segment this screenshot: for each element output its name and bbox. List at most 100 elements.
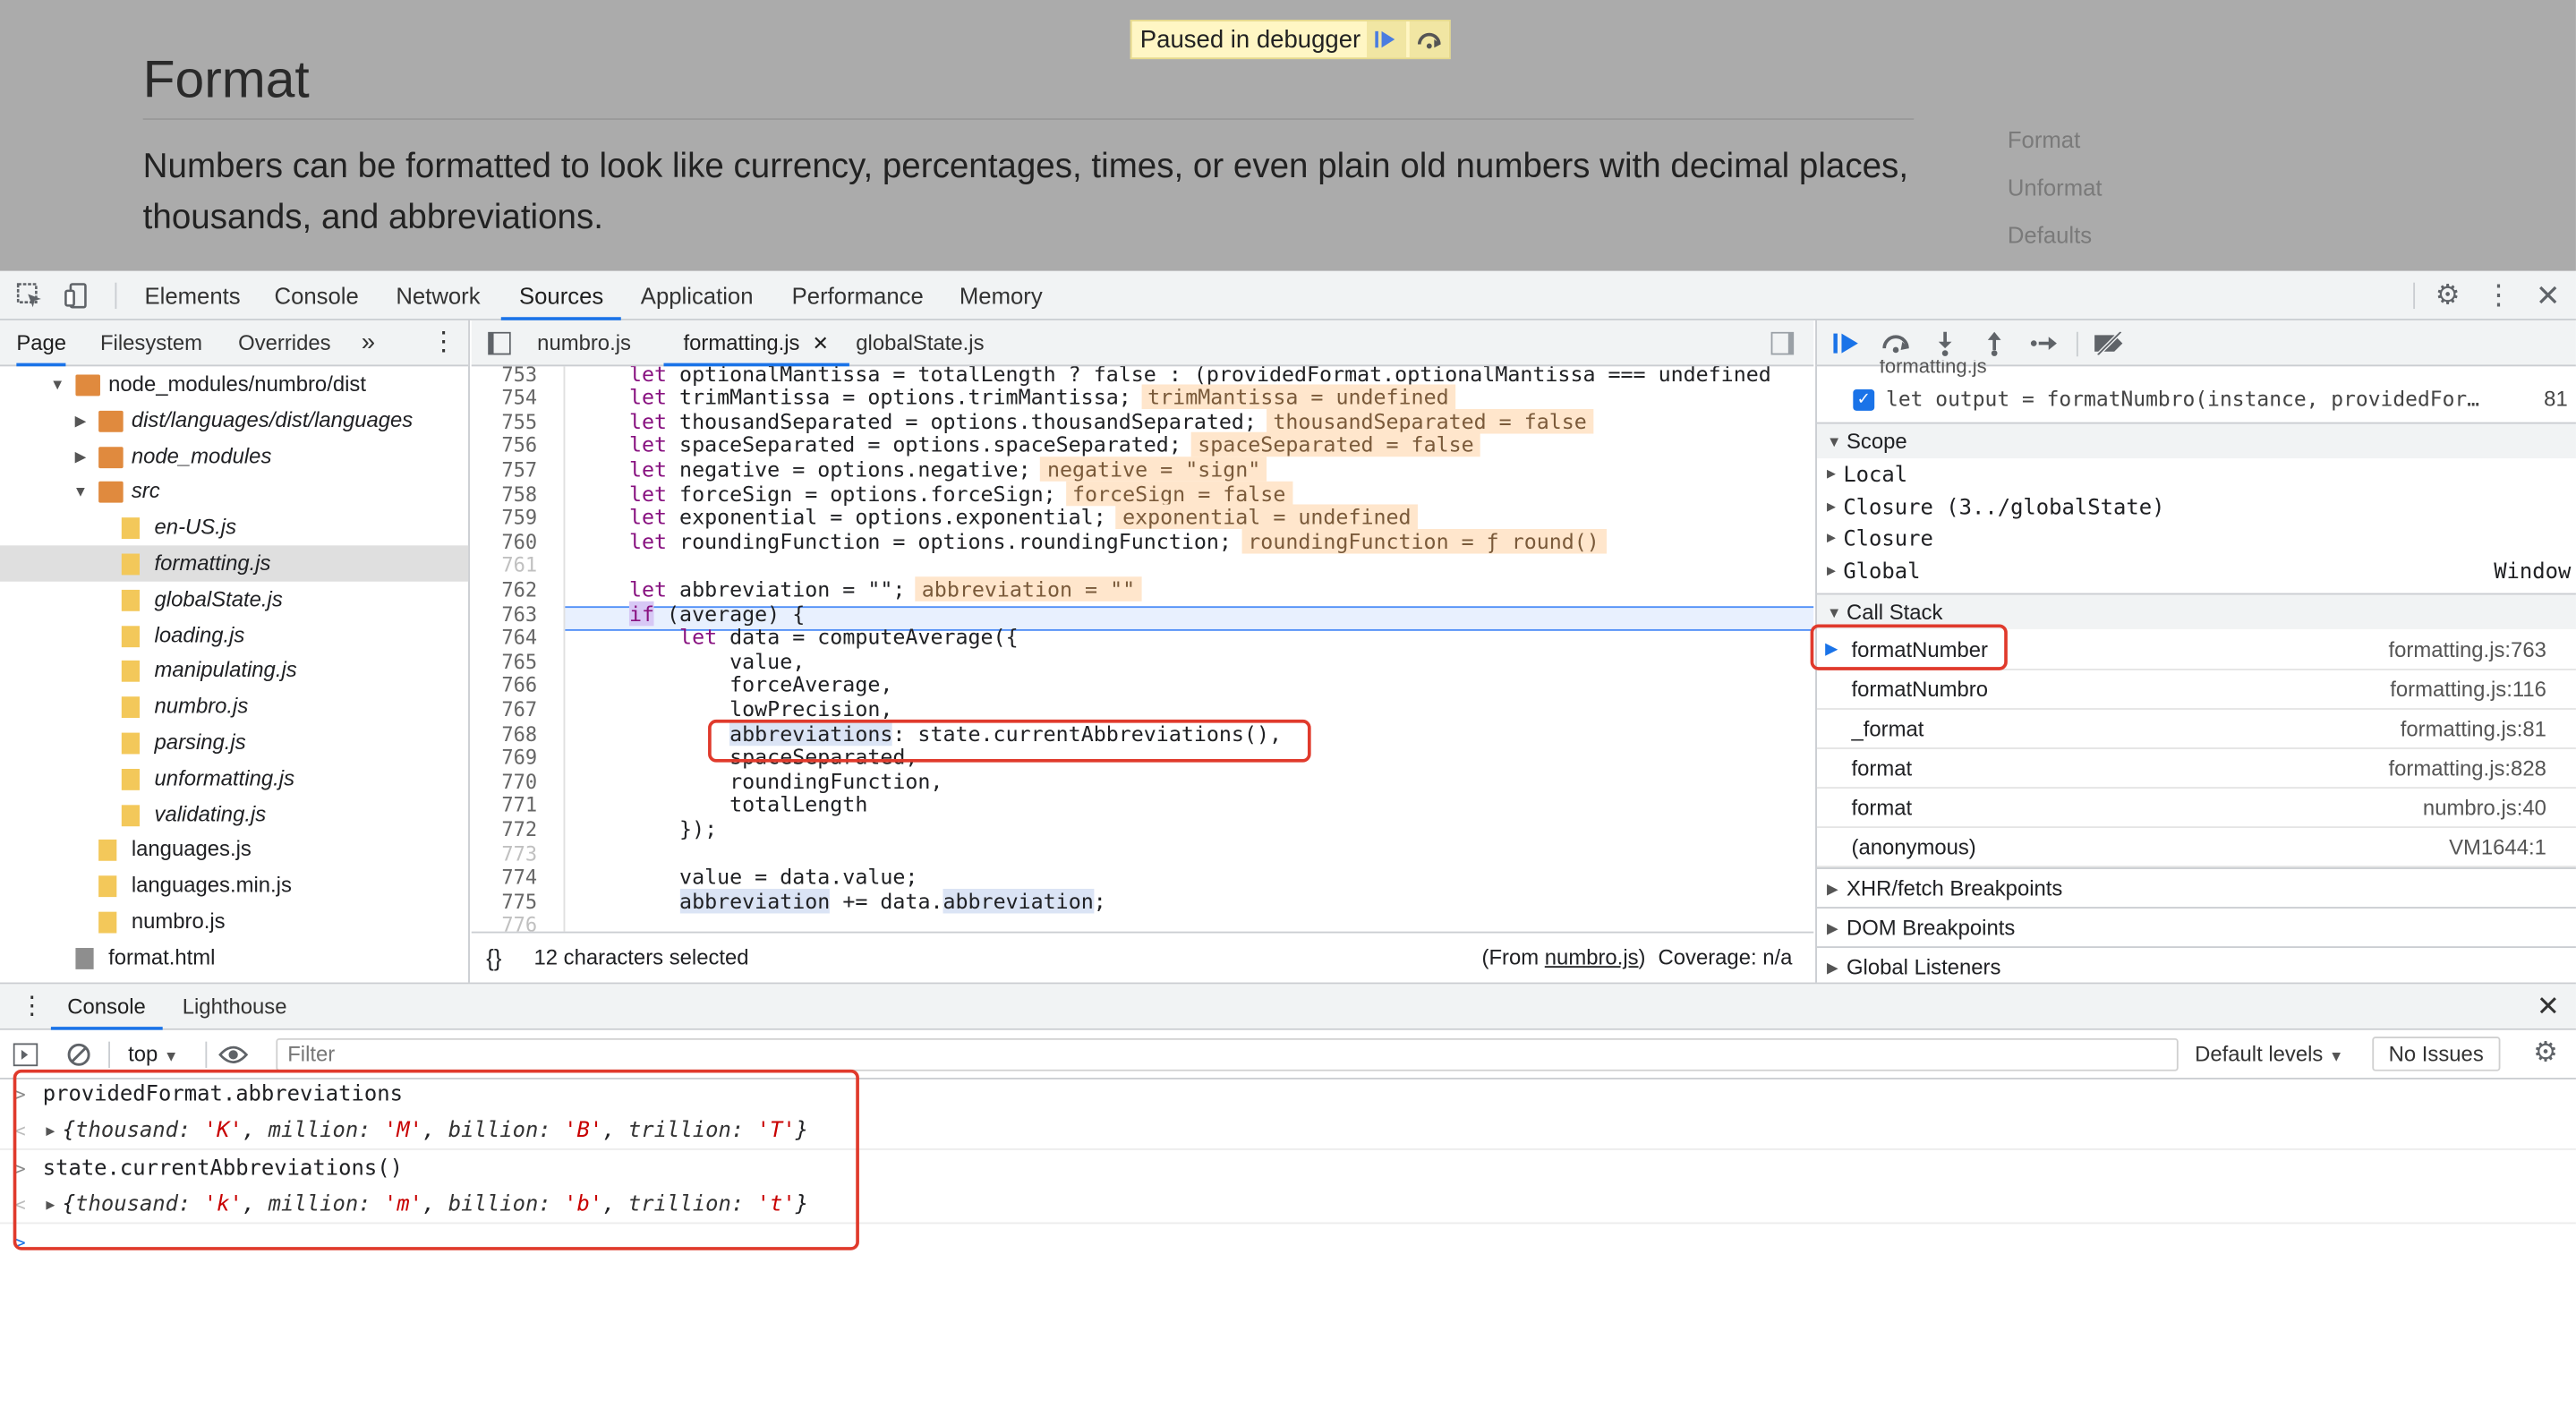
tree-item[interactable]: ▼ node_modules/numbro/dist (0, 366, 468, 402)
step-over-button[interactable] (1410, 21, 1450, 58)
line-number[interactable]: 756 (472, 434, 564, 458)
expand-triangle-icon[interactable]: ▶ (46, 1114, 55, 1149)
console-settings-gear-icon[interactable]: ⚙ (2533, 1037, 2558, 1070)
console-result-line[interactable]: < ▶ {thousand: 'k', million: 'm', billion:… (0, 1188, 2576, 1224)
page-nav-defaults[interactable]: Defaults (2008, 220, 2103, 268)
frame-location[interactable]: formatting.js:828 (2388, 749, 2546, 789)
code-line[interactable]: }); (629, 816, 717, 842)
tab-console[interactable]: Console (275, 271, 359, 320)
line-number[interactable]: 755 (472, 410, 564, 434)
settings-gear-icon[interactable]: ⚙ (2431, 279, 2464, 312)
device-toolbar-icon[interactable] (61, 279, 94, 312)
line-number[interactable]: 757 (472, 458, 564, 482)
line-number[interactable]: 776 (472, 914, 564, 932)
line-number[interactable]: 770 (472, 770, 564, 794)
code-line[interactable]: let data = computeAverage({ (629, 625, 1019, 650)
tree-item[interactable]: manipulating.js (0, 653, 468, 688)
log-levels-dropdown[interactable]: Default levels ▼ (2195, 1030, 2343, 1081)
from-file-link[interactable]: numbro.js (1545, 944, 1639, 969)
toggle-navigator-icon[interactable] (488, 320, 511, 366)
toggle-debugger-icon[interactable] (1770, 320, 1795, 366)
line-number[interactable]: 773 (472, 842, 564, 866)
debugger-section-header[interactable]: ▶ DOM Breakpoints (1816, 907, 2576, 947)
line-number[interactable]: 760 (472, 530, 564, 554)
tree-item[interactable]: en-US.js (0, 509, 468, 545)
code-line[interactable]: abbreviations: state.currentAbbreviation… (629, 720, 1282, 747)
code-line[interactable]: value = data.value; (629, 865, 917, 890)
tree-item[interactable]: languages.min.js (0, 867, 468, 903)
tab-elements[interactable]: Elements (145, 271, 241, 320)
frame-location[interactable]: VM1644:1 (2449, 828, 2546, 867)
scope-item[interactable]: ▶ Local (1817, 460, 2576, 492)
code-line[interactable]: forceAverage, (629, 673, 892, 698)
scope-item[interactable]: ▶ Closure (3../globalState) (1817, 492, 2576, 525)
callstack-frame[interactable]: format numbro.js:40 (1816, 789, 2576, 829)
frame-location[interactable]: formatting.js:763 (2388, 631, 2546, 670)
line-number[interactable]: 754 (472, 386, 564, 410)
code-line[interactable]: let roundingFunction = options.roundingF… (629, 528, 1607, 554)
resume-button[interactable] (1830, 327, 1864, 360)
callstack-frame[interactable]: _format formatting.js:81 (1816, 710, 2576, 749)
callstack-frame[interactable]: (anonymous) VM1644:1 (1816, 828, 2576, 868)
code-line[interactable]: value, (629, 649, 805, 674)
tree-item[interactable]: ▼ src (0, 474, 468, 509)
navigator-menu-icon[interactable]: ⋮ (431, 320, 456, 366)
frame-location[interactable]: numbro.js:40 (2423, 789, 2546, 828)
collapsed-triangle-icon[interactable]: ▶ (73, 438, 89, 474)
line-number[interactable]: 763 (472, 602, 564, 627)
tree-item[interactable]: languages.js (0, 832, 468, 867)
scope-item[interactable]: ▶ Global Window (1817, 557, 2576, 589)
line-number[interactable]: 761 (472, 554, 564, 578)
frame-location[interactable]: formatting.js:81 (2401, 710, 2546, 749)
more-options-icon[interactable]: ⋮ (2482, 279, 2515, 312)
breakpoint-row[interactable]: ✓ let output = formatNumbro(instance, pr… (1817, 383, 2576, 416)
issues-button[interactable]: No Issues (2372, 1037, 2501, 1071)
line-number[interactable]: 759 (472, 506, 564, 530)
scope-section-header[interactable]: ▼ Scope (1816, 422, 2576, 459)
tab-network[interactable]: Network (396, 271, 480, 320)
code-line[interactable]: let forceSign = options.forceSign; forceS… (629, 480, 1292, 507)
line-number[interactable]: 765 (472, 650, 564, 674)
line-number[interactable]: 775 (472, 890, 564, 914)
expanded-triangle-icon[interactable]: ▼ (73, 474, 89, 509)
drawer-tab-lighthouse[interactable]: Lighthouse (183, 984, 287, 1029)
code-line[interactable]: abbreviation += data.abbreviation; (629, 888, 1106, 914)
code-line[interactable]: totalLength (629, 793, 867, 818)
drawer-menu-icon[interactable]: ⋮ (20, 984, 45, 1029)
line-number[interactable]: 769 (472, 746, 564, 770)
editor-tab-globalstate-js[interactable]: globalState.js (856, 320, 984, 366)
expand-triangle-icon[interactable]: ▶ (46, 1188, 55, 1224)
editor-tab-numbro-js[interactable]: numbro.js (537, 320, 631, 366)
breakpoint-checkbox[interactable]: ✓ (1853, 388, 1875, 411)
console-prompt[interactable]: > (0, 1225, 2576, 1261)
step-into-button[interactable] (1929, 327, 1962, 360)
tree-item[interactable]: format.html (0, 939, 468, 975)
page-nav-format[interactable]: Format (2008, 124, 2103, 172)
debugger-section-header[interactable]: ▶ XHR/fetch Breakpoints (1816, 867, 2576, 908)
line-number[interactable]: 772 (472, 818, 564, 842)
expanded-triangle-icon[interactable]: ▼ (49, 366, 65, 402)
tab-sources[interactable]: Sources (500, 271, 622, 320)
debugger-section-header[interactable]: ▶ Global Listeners (1816, 946, 2576, 983)
step-out-button[interactable] (1978, 327, 2011, 360)
tab-memory[interactable]: Memory (960, 271, 1043, 320)
line-number[interactable]: 771 (472, 794, 564, 818)
collapsed-triangle-icon[interactable]: ▶ (73, 402, 89, 438)
code-line[interactable]: let optionalMantissa = totalLength ? fal… (629, 366, 1771, 386)
pretty-print-icon[interactable]: {} (486, 934, 501, 983)
code-line[interactable]: let trimMantissa = options.trimMantissa;… (629, 384, 1455, 410)
line-number[interactable]: 764 (472, 626, 564, 650)
tab-performance[interactable]: Performance (792, 271, 924, 320)
code-line[interactable]: let exponential = options.exponential; ex… (629, 504, 1418, 530)
code-line[interactable]: let negative = options.negative; negative… (629, 457, 1267, 482)
code-line[interactable]: let spaceSeparated = options.spaceSepara… (629, 432, 1481, 458)
tree-item[interactable]: loading.js (0, 617, 468, 653)
tree-item[interactable]: numbro.js (0, 688, 468, 724)
line-number[interactable]: 758 (472, 482, 564, 507)
tree-item[interactable]: formatting.js (0, 545, 469, 582)
show-sidebar-icon[interactable] (13, 1042, 39, 1073)
tree-item[interactable]: validating.js (0, 796, 468, 832)
code-line[interactable]: let thousandSeparated = options.thousand… (629, 408, 1594, 434)
callstack-frame[interactable]: formatNumbro formatting.js:116 (1816, 670, 2576, 710)
close-drawer-icon[interactable]: ✕ (2537, 984, 2560, 1029)
